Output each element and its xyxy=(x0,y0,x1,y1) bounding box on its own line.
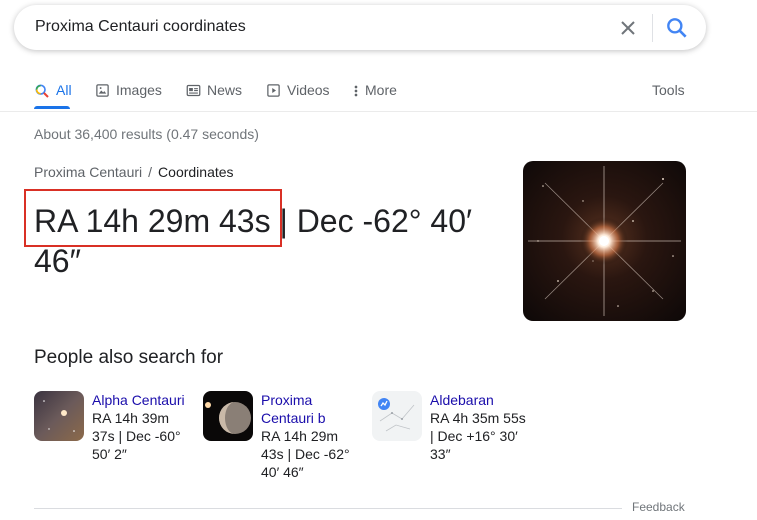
tab-label: News xyxy=(207,82,243,98)
related-item-desc: RA 14h 39m 37s | Dec -60° 50′ 2″ xyxy=(92,410,181,462)
feedback-link[interactable]: Feedback xyxy=(632,500,685,514)
tab-videos[interactable]: Videos xyxy=(266,82,330,112)
section-divider xyxy=(34,508,622,509)
search-icon[interactable] xyxy=(664,15,690,41)
proxima-b-thumbnail xyxy=(203,391,253,441)
tab-more[interactable]: More xyxy=(353,82,397,112)
breadcrumb: Proxima Centauri / Coordinates xyxy=(34,164,234,180)
search-icon xyxy=(35,84,49,98)
tab-images[interactable]: Images xyxy=(95,82,162,112)
related-item-desc: RA 4h 35m 55s | Dec +16° 30′ 33″ xyxy=(430,410,526,462)
image-icon xyxy=(96,84,109,97)
tab-news[interactable]: News xyxy=(186,82,242,112)
alpha-centauri-thumbnail xyxy=(34,391,84,441)
tab-label: More xyxy=(365,82,397,98)
tab-label: Images xyxy=(116,82,162,98)
aldebaran-thumbnail xyxy=(372,391,422,441)
related-item-desc: RA 14h 29m 43s | Dec -62° 40′ 46″ xyxy=(261,428,350,480)
news-icon xyxy=(186,84,201,97)
star-thumbnail[interactable] xyxy=(523,161,686,321)
active-tab-indicator xyxy=(34,106,70,109)
search-box-divider xyxy=(652,14,653,42)
clear-icon[interactable] xyxy=(616,16,640,40)
search-box[interactable]: Proxima Centauri coordinates xyxy=(14,5,706,50)
breadcrumb-separator: / xyxy=(148,164,153,180)
related-item-name[interactable]: Alpha Centauri xyxy=(92,391,192,409)
tabs-divider xyxy=(0,111,757,112)
tab-label: Videos xyxy=(287,82,330,98)
tools-button[interactable]: Tools xyxy=(652,82,685,98)
breadcrumb-current: Coordinates xyxy=(158,164,234,180)
people-also-search-title: People also search for xyxy=(34,347,224,368)
tab-label: All xyxy=(56,82,72,98)
more-vert-icon xyxy=(354,85,358,97)
result-stats: About 36,400 results (0.47 seconds) xyxy=(34,126,259,142)
related-item-name[interactable]: Aldebaran xyxy=(430,391,530,409)
highlight-box xyxy=(24,189,282,247)
breadcrumb-parent[interactable]: Proxima Centauri xyxy=(34,164,142,180)
related-item-name[interactable]: Proxima Centauri b xyxy=(261,391,361,427)
search-input[interactable]: Proxima Centauri coordinates xyxy=(35,18,246,36)
play-icon xyxy=(267,84,280,97)
